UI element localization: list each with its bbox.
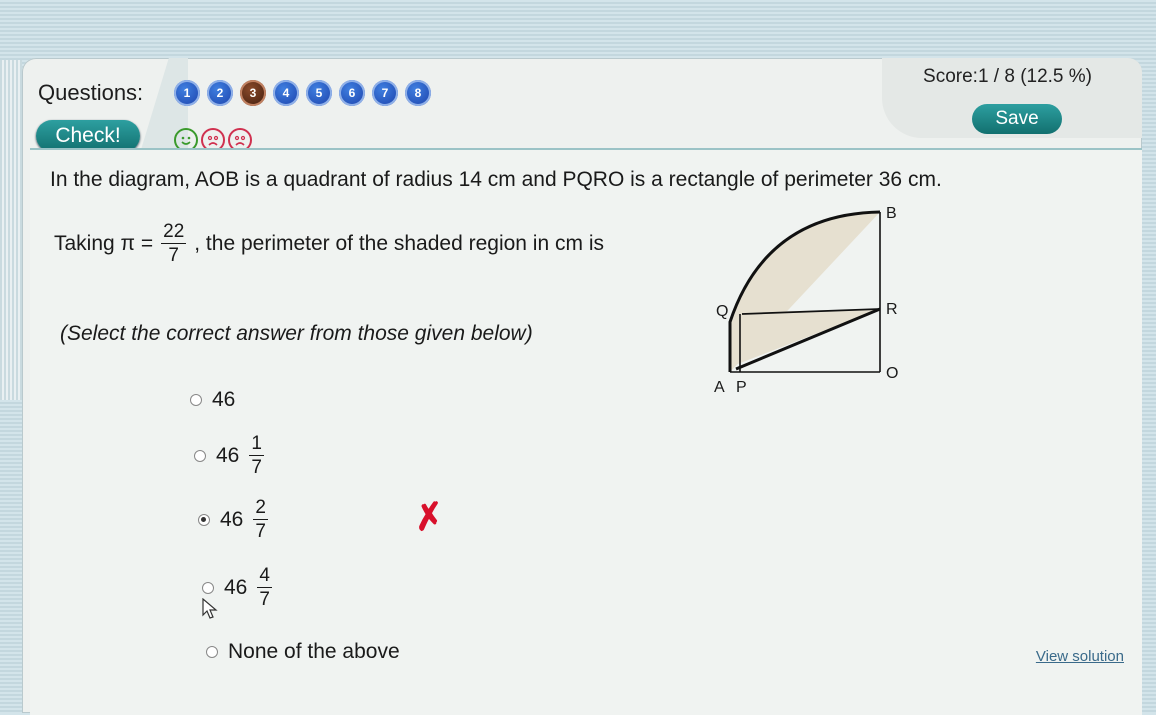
label-B: B [886,205,897,222]
wrong-answer-icon: ✗ [411,494,447,539]
question-button-2[interactable]: 2 [207,80,233,106]
label-Q: Q [716,303,728,320]
view-solution-link[interactable]: View solution [1036,648,1124,665]
radio-button[interactable] [206,646,218,658]
label-O: O [886,365,898,382]
questions-label: Questions: [38,80,144,105]
option-fraction: 4 7 [257,566,272,609]
option-fraction: 2 7 [253,498,268,541]
option-denominator: 7 [251,457,262,478]
option-numerator: 4 [257,565,272,588]
select-instruction: (Select the correct answer from those gi… [60,322,533,345]
answer-option-3[interactable]: 46 2 7 [198,498,268,541]
answer-option-1[interactable]: 46 [190,388,235,412]
option-whole: 46 [224,575,248,599]
question-button-5[interactable]: 5 [306,80,332,106]
option-numerator: 1 [249,433,264,456]
score-text: Score:1 / 8 (12.5 %) [923,66,1092,87]
answer-option-5[interactable]: None of the above [206,640,400,664]
quiz-header: Questions: 1 2 3 4 5 6 7 8 Check! Score:… [22,58,1142,153]
option-value: None of the above [228,640,400,663]
option-denominator: 7 [255,521,266,542]
question-navigator: 1 2 3 4 5 6 7 8 [174,80,431,106]
option-whole: 46 [216,443,240,467]
question-button-6[interactable]: 6 [339,80,365,106]
question-text: In the diagram, AOB is a quadrant of rad… [50,168,942,191]
option-value: 46 [212,388,236,411]
option-numerator: 2 [253,497,268,520]
pi-statement: Taking π = 22 7 , the perimeter of the s… [54,222,604,265]
question-button-4[interactable]: 4 [273,80,299,106]
pi-numerator: 22 [161,221,187,244]
left-decoration [0,60,22,400]
pi-fraction: 22 7 [161,221,187,266]
question-button-3[interactable]: 3 [240,80,266,106]
quadrant-arc [728,210,881,372]
pi-prefix: Taking π = [54,231,154,255]
label-P: P [736,379,747,396]
question-button-1[interactable]: 1 [174,80,200,106]
label-A: A [714,379,725,396]
radio-button-selected[interactable] [198,513,210,526]
option-fraction: 1 7 [249,434,264,477]
radio-button[interactable] [194,449,206,462]
mouse-pointer-icon [202,598,218,619]
pi-suffix: , the perimeter of the shaded region in … [194,231,604,255]
radio-button[interactable] [202,581,214,594]
quadrant-diagram: B Q R O A P [714,205,898,396]
radio-button[interactable] [190,394,202,406]
question-button-7[interactable]: 7 [372,80,398,106]
answer-option-2[interactable]: 46 1 7 [194,434,264,477]
question-panel: In the diagram, AOB is a quadrant of rad… [30,148,1142,715]
label-R: R [886,301,898,318]
option-denominator: 7 [259,589,270,610]
pi-denominator: 7 [168,245,179,266]
save-button[interactable]: Save [972,104,1062,134]
option-whole: 46 [220,507,244,531]
question-button-8[interactable]: 8 [405,80,431,106]
